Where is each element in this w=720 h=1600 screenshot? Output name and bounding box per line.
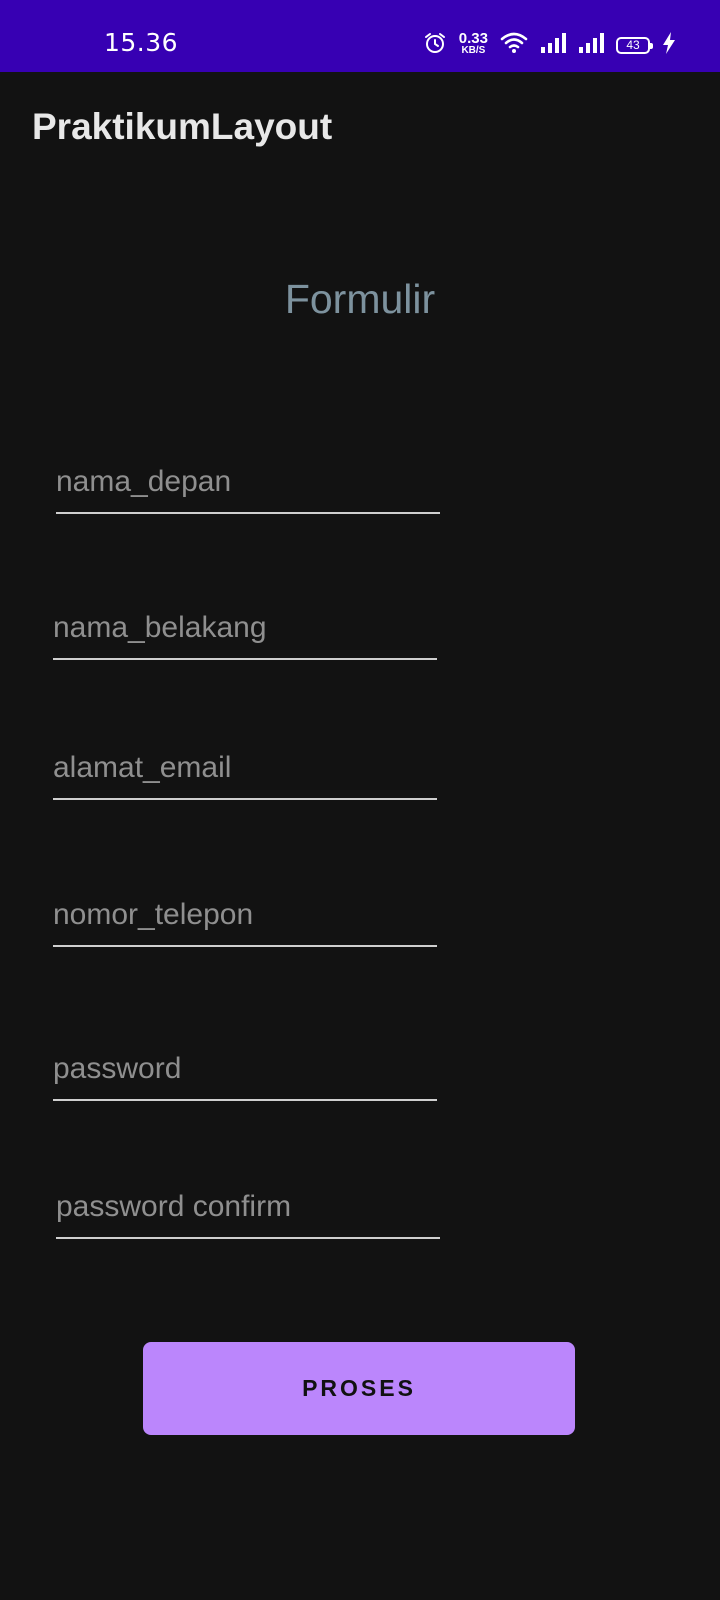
- signal-icon: [540, 32, 566, 58]
- nomor-telepon-field[interactable]: [53, 891, 437, 947]
- password-field[interactable]: [53, 1045, 437, 1101]
- password-confirm-field[interactable]: [56, 1183, 440, 1239]
- net-speed: 0.33 KB/S: [458, 30, 488, 57]
- alarm-icon: [423, 31, 447, 60]
- status-bar: 15.36 0.33 KB/S 43: [0, 0, 720, 72]
- screen: 15.36 0.33 KB/S 43 PraktikumLayout Formu…: [0, 0, 720, 1600]
- nama-depan-field[interactable]: [56, 458, 440, 514]
- form-heading: Formulir: [0, 276, 720, 323]
- signal-icon: [578, 32, 604, 58]
- status-time: 15.36: [104, 28, 179, 57]
- battery-icon: 43: [616, 36, 653, 54]
- net-speed-value: 0.33: [458, 30, 488, 47]
- nama-belakang-field[interactable]: [53, 604, 437, 660]
- wifi-icon: [500, 32, 528, 59]
- net-speed-unit: KB/S: [461, 45, 486, 56]
- status-icons: 0.33 KB/S 43: [423, 30, 676, 60]
- form-heading-text: Formulir: [284, 276, 436, 322]
- charging-icon: [662, 31, 676, 59]
- alamat-email-field[interactable]: [53, 744, 437, 800]
- battery-level: 43: [626, 38, 640, 52]
- proses-button[interactable]: PROSES: [143, 1342, 575, 1435]
- app-title: PraktikumLayout: [32, 106, 333, 147]
